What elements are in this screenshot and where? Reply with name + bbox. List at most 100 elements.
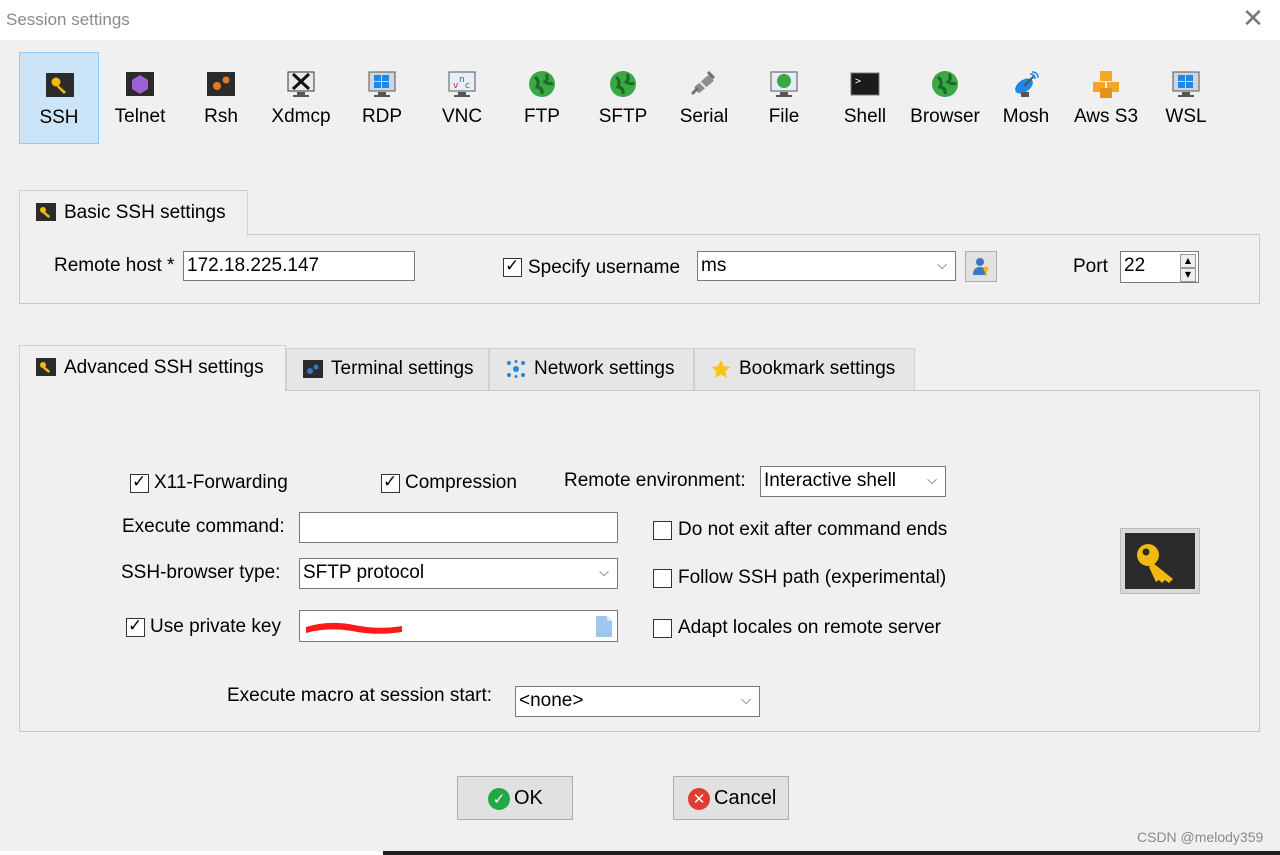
- checkmark-icon: ✓: [132, 472, 147, 492]
- windows-icon: [1170, 68, 1202, 100]
- key-icon: [1125, 533, 1195, 589]
- session-type-rsh-button[interactable]: Rsh: [181, 52, 261, 144]
- telnet-icon: [124, 68, 156, 100]
- execute-command-input[interactable]: [299, 512, 618, 543]
- specify-username-checkbox[interactable]: ✓: [503, 256, 522, 277]
- tab-network-settings[interactable]: Network settings: [489, 348, 694, 390]
- session-type-label: WSL: [1165, 106, 1207, 127]
- session-type-sftp-button[interactable]: SFTP: [583, 52, 663, 144]
- globe-icon: [526, 68, 558, 100]
- session-type-label: Aws S3: [1073, 106, 1139, 127]
- terminal-icon: >: [849, 68, 881, 100]
- spin-up-icon[interactable]: ▲: [1180, 254, 1196, 268]
- close-icon[interactable]: ✕: [1238, 4, 1268, 34]
- tab-label: Basic SSH settings: [64, 202, 226, 223]
- key-icon: [36, 358, 56, 376]
- session-type-browser-button[interactable]: Browser: [905, 52, 985, 144]
- chevron-down-icon[interactable]: ⌵: [927, 467, 937, 494]
- network-icon: [507, 360, 525, 378]
- globe-icon: [607, 68, 639, 100]
- tab-bookmark-settings[interactable]: Bookmark settings: [694, 348, 915, 390]
- x11-forwarding-checkbox[interactable]: ✓: [130, 472, 149, 493]
- tab-label: Bookmark settings: [739, 358, 896, 379]
- compression-label: Compression: [405, 472, 517, 493]
- adapt-locales-label: Adapt locales on remote server: [678, 617, 941, 638]
- checkmark-icon: ✓: [505, 256, 520, 276]
- session-type-label: Xdmcp: [271, 106, 331, 127]
- execute-macro-combo[interactable]: <none> ⌵: [515, 686, 760, 717]
- vnc-icon: vnc: [446, 68, 478, 100]
- remote-environment-value: Interactive shell: [764, 470, 897, 491]
- terminal-settings-icon: [303, 360, 323, 378]
- ssh-browser-type-combo[interactable]: SFTP protocol ⌵: [299, 558, 618, 589]
- session-type-label: Mosh: [1002, 106, 1050, 127]
- tab-advanced-ssh-settings[interactable]: Advanced SSH settings: [19, 345, 286, 391]
- session-type-label: Shell: [843, 106, 887, 127]
- tab-basic-ssh-settings[interactable]: Basic SSH settings: [19, 190, 248, 236]
- checkmark-icon: ✓: [383, 472, 398, 492]
- execute-command-label: Execute command:: [122, 516, 285, 537]
- adapt-locales-checkbox[interactable]: [653, 619, 672, 638]
- session-type-ftp-button[interactable]: FTP: [502, 52, 582, 144]
- file-monitor-icon: [768, 68, 800, 100]
- ssh-browser-type-value: SFTP protocol: [303, 562, 425, 583]
- session-type-ssh-button[interactable]: SSH: [19, 52, 99, 144]
- file-browse-icon[interactable]: [596, 616, 612, 637]
- user-key-icon: [973, 258, 989, 276]
- session-type-telnet-button[interactable]: Telnet: [100, 52, 180, 144]
- session-type-serial-button[interactable]: Serial: [664, 52, 744, 144]
- port-value: 22: [1124, 255, 1146, 276]
- cubes-icon: [1090, 68, 1122, 100]
- ok-button[interactable]: ✓ OK: [457, 776, 573, 820]
- use-private-key-checkbox[interactable]: ✓: [126, 616, 145, 637]
- session-type-rdp-button[interactable]: RDP: [342, 52, 422, 144]
- tab-label: Terminal settings: [331, 358, 474, 379]
- port-spinbox[interactable]: 22 ▲ ▼: [1120, 251, 1199, 283]
- session-type-label: Browser: [910, 106, 980, 127]
- specify-username-label: Specify username: [528, 257, 681, 278]
- spin-down-icon[interactable]: ▼: [1180, 268, 1196, 282]
- cancel-circle-icon: ✕: [688, 788, 710, 810]
- x11-forwarding-label: X11-Forwarding: [154, 472, 288, 493]
- remote-environment-combo[interactable]: Interactive shell ⌵: [760, 466, 946, 497]
- session-type-wsl-button[interactable]: WSL: [1146, 52, 1226, 144]
- session-type-xdmcp-button[interactable]: Xdmcp: [261, 52, 341, 144]
- rdp-icon: [366, 68, 398, 100]
- svg-text:>: >: [855, 76, 861, 87]
- satellite-icon: [1010, 68, 1042, 100]
- use-private-key-label: Use private key: [150, 616, 281, 637]
- username-combo[interactable]: ms ⌵: [697, 251, 956, 281]
- chevron-down-icon[interactable]: ⌵: [741, 687, 751, 714]
- compression-checkbox[interactable]: ✓: [381, 472, 400, 493]
- rsh-icon: [205, 68, 237, 100]
- tab-terminal-settings[interactable]: Terminal settings: [286, 348, 489, 390]
- key-graphic: [1120, 528, 1200, 594]
- check-circle-icon: ✓: [488, 788, 510, 810]
- key-icon: [44, 69, 76, 101]
- username-value: ms: [701, 255, 727, 276]
- cancel-button[interactable]: ✕ Cancel: [673, 776, 789, 820]
- follow-ssh-path-checkbox[interactable]: [653, 569, 672, 588]
- private-key-path-input[interactable]: [299, 610, 618, 642]
- advanced-settings-panel: [19, 390, 1260, 732]
- do-not-exit-checkbox[interactable]: [653, 521, 672, 540]
- remote-environment-label: Remote environment:: [564, 470, 746, 491]
- session-type-file-button[interactable]: File: [744, 52, 824, 144]
- session-type-mosh-button[interactable]: Mosh: [986, 52, 1066, 144]
- svg-text:c: c: [465, 81, 470, 91]
- execute-macro-value: <none>: [519, 690, 584, 711]
- remote-host-input[interactable]: 172.18.225.147: [183, 251, 415, 281]
- globe-icon: [929, 68, 961, 100]
- title-bar: Session settings ✕: [0, 0, 1280, 40]
- session-type-label: FTP: [524, 106, 560, 127]
- session-type-label: Telnet: [114, 106, 166, 127]
- session-type-vnc-button[interactable]: v n c VNC: [422, 52, 502, 144]
- session-type-aws-s3-button[interactable]: Aws S3: [1066, 52, 1146, 144]
- user-manager-button[interactable]: [965, 251, 997, 282]
- chevron-down-icon[interactable]: ⌵: [937, 252, 947, 279]
- ssh-browser-type-label: SSH-browser type:: [121, 562, 281, 583]
- chevron-down-icon[interactable]: ⌵: [599, 559, 609, 586]
- do-not-exit-label: Do not exit after command ends: [678, 519, 948, 540]
- session-type-shell-button[interactable]: > Shell: [825, 52, 905, 144]
- window-title: Session settings: [6, 10, 130, 29]
